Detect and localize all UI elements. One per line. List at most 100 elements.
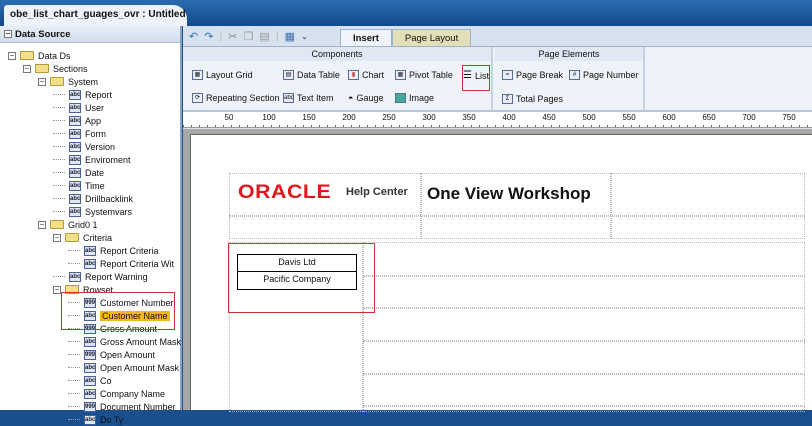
tree-item[interactable]: abc Enviroment [53, 153, 131, 166]
tree-item[interactable]: abc User [53, 101, 104, 114]
ruler-tick-label: 200 [342, 113, 356, 122]
cut-icon[interactable]: ✂ [228, 30, 237, 43]
numeric-field-icon: 999 [84, 401, 96, 412]
collapse-icon[interactable]: − [53, 285, 61, 294]
page-number-button[interactable]: # Page Number [569, 70, 639, 80]
text-field-icon: abc [84, 375, 96, 386]
collapse-icon[interactable]: − [8, 51, 16, 60]
tree-item-label: Time [85, 180, 105, 191]
data-table-button[interactable]: ▤ Data Table [283, 70, 340, 80]
tree-item[interactable]: − Data Ds [8, 49, 71, 62]
tree-item[interactable]: abc Gross Amount Mask [68, 335, 181, 348]
collapse-icon[interactable]: − [38, 77, 46, 86]
tree-item[interactable]: abc Report Criteria Wit [68, 257, 174, 270]
copy-icon[interactable]: ❐ [244, 30, 254, 43]
tree-item-label: Report Criteria [100, 245, 159, 256]
ribbon: Components ▦ Layout Grid ▤ Data Table ▮ Cha… [183, 46, 812, 112]
tab-page-layout[interactable]: Page Layout [391, 29, 472, 47]
text-field-icon: abc [84, 362, 96, 373]
image-button[interactable]: Image [395, 93, 434, 103]
chart-button[interactable]: ▮ Chart [348, 70, 384, 80]
tree-item[interactable]: abc Report [53, 88, 112, 101]
report-title[interactable]: One View Workshop [427, 184, 591, 204]
tree-item[interactable]: abc Report Criteria [68, 244, 159, 257]
tree-item-label: Gross Amount Mask [100, 336, 182, 347]
paste-icon[interactable]: ▤ [259, 30, 269, 43]
data-source-panel: − Data Source − Data Ds − Sections − System ab… [0, 26, 182, 425]
tree-item[interactable]: abc Open Amount Mask [68, 361, 179, 374]
tree-connector [53, 172, 65, 173]
tree-item[interactable]: − Sections [23, 62, 88, 75]
tree-item[interactable]: abc Company Name [68, 387, 165, 400]
total-pages-button[interactable]: Σ Total Pages [502, 94, 563, 104]
tree-item-label: App [85, 115, 102, 126]
oracle-logo: ORACLE [238, 182, 332, 203]
ruler-tick-label: 300 [422, 113, 436, 122]
tree-item[interactable]: 999 Open Amount [68, 348, 155, 361]
tree-item[interactable]: − System [38, 75, 98, 88]
text-field-icon: abc [84, 336, 96, 347]
repeating-section-button[interactable]: ⟳ Repeating Section [192, 93, 280, 103]
tree-connector [53, 185, 65, 186]
tree-item[interactable]: − Criteria [53, 231, 112, 244]
tree-item-label: Report [85, 89, 113, 100]
grid-line [420, 173, 422, 239]
tree-item-label: Form [85, 128, 106, 139]
format-icon[interactable]: ▦ [285, 30, 295, 43]
grid-line [363, 275, 805, 277]
collapse-icon[interactable]: − [38, 220, 46, 229]
tree-item[interactable]: abc Time [53, 179, 105, 192]
text-item-icon: abc [283, 93, 294, 103]
tree-item[interactable]: abc Co [68, 374, 112, 387]
tree-connector [68, 250, 80, 251]
group-title: Page Elements [495, 47, 643, 61]
text-field-icon: abc [69, 102, 81, 113]
label: Gauge [356, 93, 384, 103]
folder-icon [50, 77, 64, 86]
text-field-icon: abc [69, 141, 81, 152]
page-number-icon: # [569, 70, 580, 80]
gauge-button[interactable]: ◓ Gauge [348, 93, 383, 103]
label: Text Item [297, 93, 334, 103]
tree-item-label: Report Warning [85, 271, 148, 282]
highlight-box [61, 292, 175, 330]
collapse-icon[interactable]: − [53, 233, 61, 242]
tree-item[interactable]: − Grid0 1 [38, 218, 98, 231]
page-break-button[interactable]: ┅ Page Break [502, 70, 563, 80]
document-tab[interactable]: obe_list_chart_guages_ovr : Untitled [4, 5, 187, 26]
tree-item[interactable]: abc Systemvars [53, 205, 132, 218]
text-field-icon: abc [69, 154, 81, 165]
collapse-icon[interactable]: − [23, 64, 31, 73]
data-source-header[interactable]: − Data Source [0, 26, 180, 43]
chevron-down-icon[interactable]: ⌄ [301, 32, 308, 41]
tab-insert[interactable]: Insert [340, 29, 392, 47]
tree-item[interactable]: abc Do Ty [68, 413, 123, 426]
data-table-icon: ▤ [283, 70, 294, 80]
tree-connector [53, 120, 65, 121]
tree-item[interactable]: abc Report Warning [53, 270, 148, 283]
tree-item[interactable]: abc Drillbacklink [53, 192, 133, 205]
ruler-tick-label: 450 [542, 113, 556, 122]
tree-item[interactable]: abc Date [53, 166, 104, 179]
tree-connector [53, 198, 65, 199]
layout-grid-button[interactable]: ▦ Layout Grid [192, 70, 253, 80]
tree-item[interactable]: abc Version [53, 140, 115, 153]
grid-line [363, 340, 805, 342]
tree-item-label: Report Criteria Wit [100, 258, 175, 269]
text-item-button[interactable]: abc Text Item [283, 93, 334, 103]
tree-item[interactable]: abc App [53, 114, 101, 127]
numeric-field-icon: 999 [84, 349, 96, 360]
collapse-icon[interactable]: − [4, 30, 12, 38]
redo-icon[interactable]: ↷ [204, 30, 213, 43]
ruler-tick-label: 650 [702, 113, 716, 122]
tree-item[interactable]: abc Form [53, 127, 106, 140]
image-icon [395, 93, 406, 103]
tree-connector [53, 133, 65, 134]
pivot-table-button[interactable]: ▦ Pivot Table [395, 70, 453, 80]
tree-item[interactable]: 999 Document Number [68, 400, 176, 413]
folder-icon [50, 220, 64, 229]
label: Chart [362, 70, 385, 80]
tree-item-label: Grid0 1 [68, 219, 98, 230]
undo-icon[interactable]: ↶ [189, 30, 198, 43]
label: Page Number [583, 70, 639, 80]
